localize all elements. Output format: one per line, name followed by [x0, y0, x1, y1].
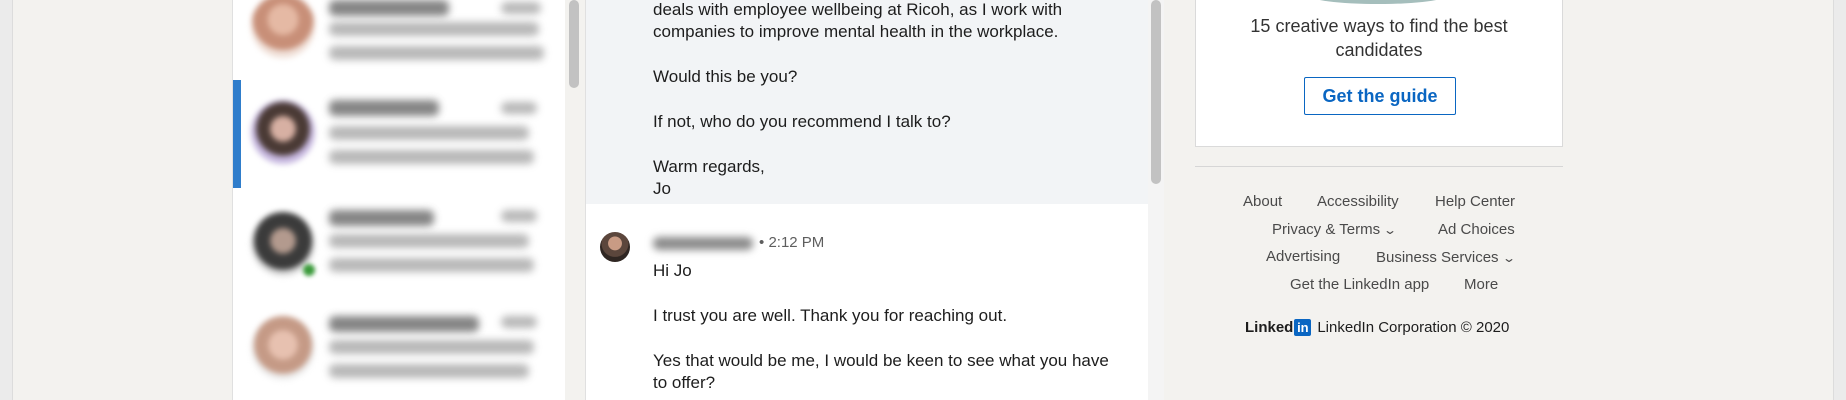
message-text: deals with employee wellbeing at Ricoh, … [653, 0, 1063, 19]
ad-card: 15 creative ways to find the best candid… [1195, 0, 1563, 147]
message-thread: deals with employee wellbeing at Ricoh, … [585, 0, 1149, 400]
linkedin-wordmark: Linked [1245, 319, 1294, 336]
online-status-dot [303, 264, 315, 276]
footer-link-advertising[interactable]: Advertising [1266, 248, 1340, 265]
footer-link-business-services[interactable]: Business Services ⌄ [1376, 249, 1516, 266]
ad-logo [1308, 0, 1448, 4]
linkedin-logo: Linked in [1245, 319, 1312, 336]
message-text: Hi Jo [653, 261, 692, 280]
linkedin-brand: Linked in LinkedIn Corporation © 2020 [1245, 319, 1509, 336]
footer-link-business-services-label: Business Services [1376, 249, 1499, 266]
chevron-down-icon: ⌄ [1383, 223, 1398, 237]
conversation-list-scrollbar[interactable] [569, 0, 579, 88]
footer-link-privacy-terms-label: Privacy & Terms [1272, 221, 1381, 238]
copyright-text: LinkedIn Corporation © 2020 [1317, 319, 1510, 336]
ad-headline-line1: 15 creative ways to find the best [1250, 16, 1508, 36]
ad-headline-line2: candidates [1335, 40, 1423, 60]
message-time: 2:12 PM [768, 234, 825, 251]
conversation-item[interactable] [233, 198, 565, 306]
page-gutter-right [1833, 0, 1846, 400]
message-text: Warm regards, [653, 157, 765, 176]
avatar [251, 100, 315, 164]
footer-link-ad-choices[interactable]: Ad Choices [1438, 221, 1515, 238]
footer-link-more[interactable]: More [1464, 276, 1498, 293]
message-text: I trust you are well. Thank you for reac… [653, 306, 1008, 325]
footer-link-privacy-terms[interactable]: Privacy & Terms ⌄ [1272, 221, 1398, 238]
message-meta: • 2:12 PM [653, 234, 824, 251]
message-text: Yes that would be me, I would be keen to… [653, 351, 1109, 370]
conversation-item[interactable] [233, 308, 565, 400]
footer-link-accessibility[interactable]: Accessibility [1317, 193, 1399, 210]
get-the-guide-button[interactable]: Get the guide [1304, 77, 1456, 115]
chevron-down-icon: ⌄ [1501, 251, 1516, 265]
footer-link-get-app[interactable]: Get the LinkedIn app [1290, 276, 1429, 293]
footer-link-about[interactable]: About [1243, 193, 1282, 210]
page-gutter-left [0, 0, 13, 400]
avatar [251, 0, 315, 58]
message-text: to offer? [653, 373, 716, 392]
sender-name-redacted[interactable] [653, 236, 753, 250]
sender-avatar[interactable] [600, 232, 630, 262]
meta-separator: • [759, 234, 765, 251]
messaging-page: deals with employee wellbeing at Ricoh, … [0, 0, 1846, 400]
own-message: deals with employee wellbeing at Ricoh, … [586, 0, 1148, 204]
message-text: Jo [653, 179, 671, 198]
linkedin-in-icon: in [1294, 319, 1312, 336]
conversation-item-active[interactable] [233, 80, 565, 188]
right-rail: 15 creative ways to find the best candid… [1160, 0, 1580, 400]
active-indicator [233, 80, 241, 188]
conversation-item[interactable] [233, 0, 565, 68]
footer-link-help-center[interactable]: Help Center [1435, 193, 1515, 210]
rail-divider [1195, 166, 1563, 167]
message-text: companies to improve mental health in th… [653, 22, 1059, 41]
avatar [251, 316, 315, 380]
conversation-list[interactable] [232, 0, 565, 400]
message-text: Would this be you? [653, 67, 798, 86]
message-text: If not, who do you recommend I talk to? [653, 112, 951, 131]
